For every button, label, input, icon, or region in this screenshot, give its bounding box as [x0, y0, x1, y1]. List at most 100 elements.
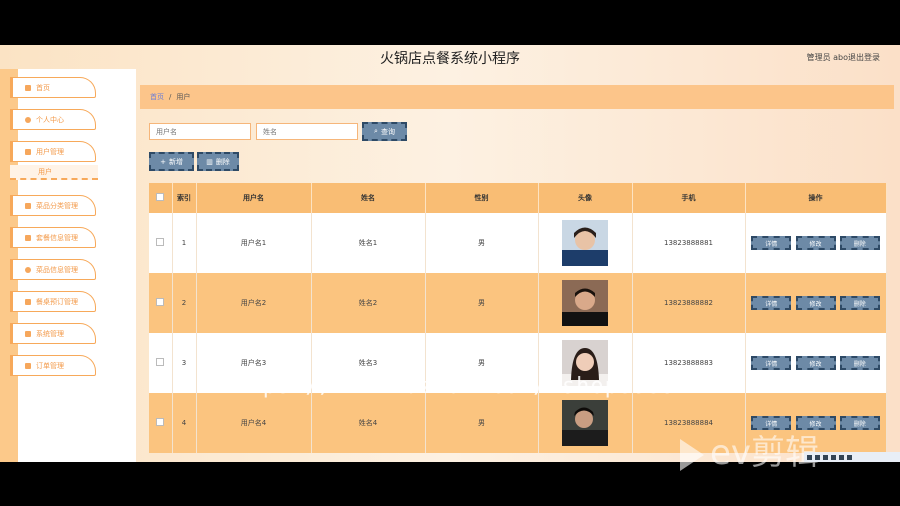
breadcrumb-current: 用户 [176, 93, 191, 101]
flag-icon [25, 148, 31, 155]
cell-index: 4 [172, 393, 197, 453]
sidebar: 首页 个人中心 用户管理 用户 菜品分类管理 套餐信息管理 菜品信息管理 餐桌预… [10, 69, 136, 462]
bulk-delete-button-label: 删除 [215, 157, 230, 166]
username-search-input[interactable] [149, 123, 251, 140]
tray-icon[interactable] [815, 454, 820, 460]
cell-phone: 13823888882 [632, 273, 746, 333]
sidebar-item-home[interactable]: 首页 [10, 77, 96, 98]
sidebar-item-users[interactable]: 用户管理 [10, 141, 96, 162]
sidebar-item-profile[interactable]: 个人中心 [10, 109, 96, 130]
add-button[interactable]: + 新增 [149, 152, 194, 171]
sidebar-item-orders[interactable]: 订单管理 [10, 355, 96, 376]
sidebar-subitem-users[interactable]: 用户 [10, 165, 98, 180]
avatar [562, 400, 608, 446]
column-header[interactable]: 用户名 [196, 183, 312, 213]
sidebar-item-label: 个人中心 [36, 115, 64, 124]
sidebar-item-set-meal[interactable]: 套餐信息管理 [10, 227, 96, 248]
tray-icon[interactable] [839, 454, 844, 460]
top-bar: 火锅店点餐系统小程序 管理员 abo 退出登录 [0, 45, 900, 69]
row-checkbox[interactable] [156, 298, 165, 306]
cell-index: 3 [172, 333, 197, 393]
cell-name: 姓名4 [311, 393, 426, 453]
table-row: 2 用户名2 姓名2 男 13823888882 详情 修改 删除 [149, 273, 887, 333]
query-button[interactable]: ⌕ 查询 [362, 122, 407, 141]
sidebar-subitem-label: 用户 [38, 167, 52, 176]
avatar [562, 220, 608, 266]
sidebar-item-system[interactable]: 系统管理 [10, 323, 96, 344]
column-header[interactable]: 姓名 [311, 183, 426, 213]
sidebar-item-label: 餐桌预订管理 [36, 297, 78, 306]
detail-button-label: 详情 [765, 300, 778, 308]
detail-button[interactable]: 详情 [751, 296, 792, 310]
delete-button[interactable]: 删除 [839, 296, 880, 310]
column-header: 索引 [172, 183, 197, 213]
tray-icon[interactable] [847, 454, 852, 460]
column-header[interactable]: 手机 [632, 183, 746, 213]
cell-actions: 详情 修改 删除 [745, 333, 887, 393]
delete-button-label: 删除 [853, 240, 866, 248]
bulk-delete-button[interactable]: ▥ 删除 [197, 152, 239, 171]
sidebar-item-label: 菜品信息管理 [36, 265, 78, 274]
detail-button[interactable]: 详情 [751, 236, 792, 250]
grid-icon [25, 362, 31, 369]
app-screen: 火锅店点餐系统小程序 管理员 abo 退出登录 首页 个人中心 用户管理 用户 … [0, 45, 900, 462]
cell-username: 用户名2 [196, 273, 312, 333]
sidebar-item-label: 用户管理 [36, 147, 64, 156]
tray-icon[interactable] [807, 454, 812, 460]
delete-button-label: 删除 [853, 360, 866, 368]
column-header[interactable]: 头像 [538, 183, 633, 213]
gear-icon [25, 266, 31, 273]
edit-button[interactable]: 修改 [795, 236, 836, 250]
sidebar-item-dish-category[interactable]: 菜品分类管理 [10, 195, 96, 216]
tray-icon[interactable] [831, 454, 836, 460]
cell-name: 姓名1 [311, 213, 426, 273]
table-header-row: 索引 用户名 姓名 性别 头像 手机 操作 [149, 183, 887, 213]
sidebar-item-label: 订单管理 [36, 361, 64, 370]
delete-button-label: 删除 [853, 420, 866, 428]
row-checkbox[interactable] [156, 238, 165, 246]
delete-button[interactable]: 删除 [839, 416, 880, 430]
cell-actions: 详情 修改 删除 [745, 273, 887, 333]
edit-button[interactable]: 修改 [795, 296, 836, 310]
sidebar-item-table-booking[interactable]: 餐桌预订管理 [10, 291, 96, 312]
edit-button[interactable]: 修改 [795, 356, 836, 370]
breadcrumb-separator: / [169, 93, 172, 101]
sidebar-item-label: 套餐信息管理 [36, 233, 78, 242]
ev-logo-text: ev剪辑 [710, 433, 820, 473]
detail-button-label: 详情 [765, 240, 778, 248]
ev-logo: ev剪辑 [680, 425, 819, 474]
cell-gender: 男 [425, 213, 539, 273]
name-search-input[interactable] [256, 123, 358, 140]
cell-username: 用户名1 [196, 213, 312, 273]
cell-username: 用户名4 [196, 393, 312, 453]
edit-button-label: 修改 [809, 240, 822, 248]
column-header: 操作 [745, 183, 887, 213]
row-checkbox[interactable] [156, 418, 165, 426]
flag-icon [25, 298, 31, 305]
select-all-checkbox[interactable] [156, 193, 165, 201]
avatar [562, 280, 608, 326]
delete-button[interactable]: 删除 [839, 236, 880, 250]
row-checkbox[interactable] [156, 358, 165, 366]
breadcrumb-home[interactable]: 首页 [150, 92, 164, 102]
logout-link[interactable]: 退出登录 [848, 52, 880, 63]
cell-actions: 详情 修改 删除 [745, 213, 887, 273]
sidebar-item-label: 系统管理 [36, 329, 64, 338]
delete-button[interactable]: 删除 [839, 356, 880, 370]
tray-icon[interactable] [823, 454, 828, 460]
sidebar-item-label: 首页 [36, 83, 50, 92]
sidebar-item-label: 菜品分类管理 [36, 201, 78, 210]
grid-icon [25, 234, 31, 241]
add-button-label: 新增 [168, 157, 183, 166]
select-all-header[interactable] [149, 183, 173, 213]
grid-icon [25, 330, 31, 337]
delete-button-label: 删除 [853, 300, 866, 308]
trash-icon: ▥ [206, 157, 213, 166]
cell-gender: 男 [425, 393, 539, 453]
table-row: 1 用户名1 姓名1 男 13823888881 详情 修改 删除 [149, 213, 887, 273]
column-header[interactable]: 性别 [425, 183, 539, 213]
sidebar-item-dish-info[interactable]: 菜品信息管理 [10, 259, 96, 280]
edit-button-label: 修改 [809, 360, 822, 368]
detail-button[interactable]: 详情 [751, 356, 792, 370]
app-title: 火锅店点餐系统小程序 [380, 51, 520, 67]
